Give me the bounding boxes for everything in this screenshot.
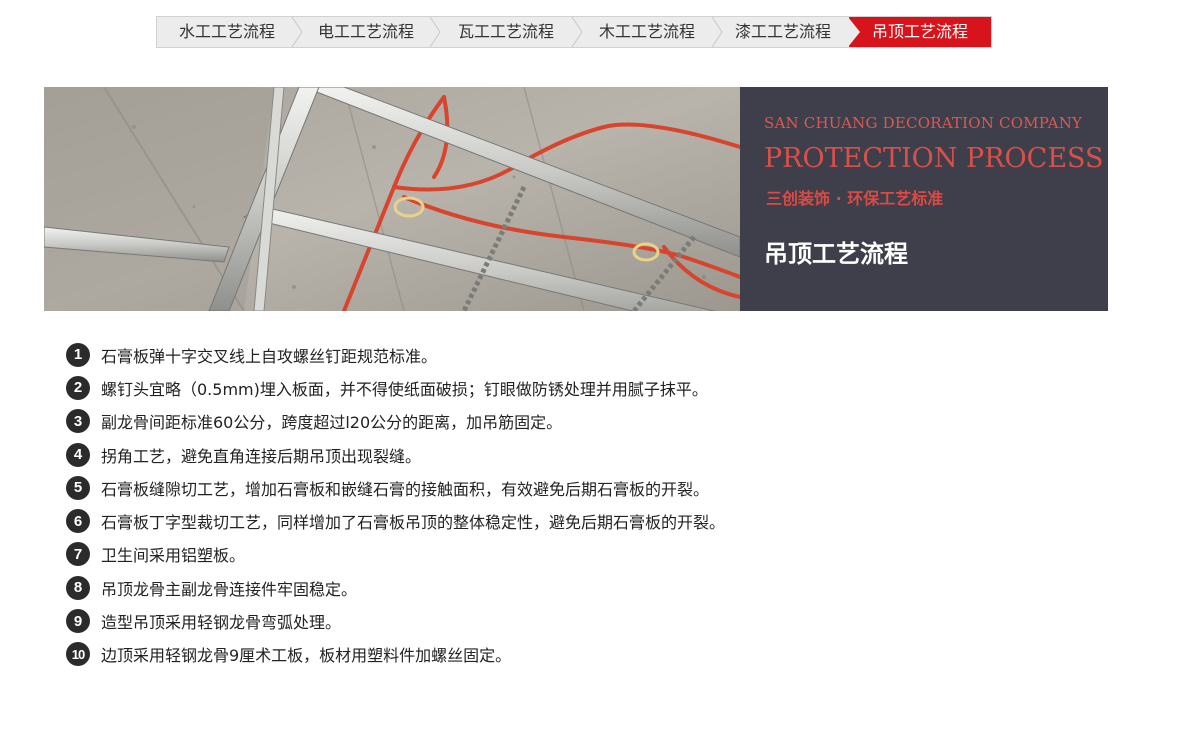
- list-item: 2 螺钉头宜略（0.5mm)埋入板面，并不得使纸面破损；钉眼做防锈处理并用腻子抹…: [66, 371, 725, 404]
- step-number-badge: 5: [66, 475, 90, 500]
- step-text: 造型吊顶采用轻钢龙骨弯弧处理。: [101, 613, 342, 633]
- banner: SAN CHUANG DECORATION COMPANY PROTECTION…: [44, 87, 1108, 311]
- list-item: 5 石膏板缝隙切工艺，增加石膏板和嵌缝石膏的接触面积，有效避免后期石膏板的开裂。: [66, 471, 725, 504]
- step-number-badge: 2: [66, 375, 90, 400]
- tab-label: 电工工艺流程: [317, 22, 414, 41]
- list-item: 4 拐角工艺，避免直角连接后期吊顶出现裂缝。: [66, 438, 725, 471]
- list-item: 1 石膏板弹十字交叉线上自攻螺丝钉距规范标准。: [66, 338, 725, 371]
- ceiling-photo: [44, 87, 740, 311]
- step-number-badge: 10: [66, 642, 90, 667]
- tab-tiling[interactable]: 瓦工工艺流程: [435, 17, 583, 47]
- step-text: 螺钉头宜略（0.5mm)埋入板面，并不得使纸面破损；钉眼做防锈处理并用腻子抹平。: [101, 379, 708, 399]
- tab-separator-icon: [291, 17, 303, 47]
- step-number-badge: 4: [66, 442, 90, 467]
- step-text: 边顶采用轻钢龙骨9厘术工板，板材用塑料件加螺丝固定。: [101, 646, 512, 666]
- step-text: 副龙骨间距标准60公分，跨度超过l20公分的距离，加吊筋固定。: [101, 413, 563, 433]
- tab-label: 瓦工工艺流程: [457, 22, 554, 41]
- step-number-badge: 1: [66, 342, 90, 367]
- step-number-badge: 8: [66, 575, 90, 600]
- list-item: 6 石膏板丁字型裁切工艺，同样增加了石膏板吊顶的整体稳定性，避免后期石膏板的开裂…: [66, 504, 725, 537]
- step-text: 石膏板丁字型裁切工艺，同样增加了石膏板吊顶的整体稳定性，避免后期石膏板的开裂。: [101, 513, 726, 533]
- banner-title: 吊顶工艺流程: [764, 240, 908, 268]
- step-text: 石膏板缝隙切工艺，增加石膏板和嵌缝石膏的接触面积，有效避免后期石膏板的开裂。: [101, 479, 710, 499]
- company-name: SAN CHUANG DECORATION COMPANY: [764, 114, 1083, 132]
- step-text: 吊顶龙骨主副龙骨连接件牢固稳定。: [101, 579, 358, 599]
- list-item: 9 造型吊顶采用轻钢龙骨弯弧处理。: [66, 604, 725, 637]
- tab-label: 水工工艺流程: [178, 22, 275, 41]
- list-item: 3 副龙骨间距标准60公分，跨度超过l20公分的距离，加吊筋固定。: [66, 405, 725, 438]
- tab-electrical[interactable]: 电工工艺流程: [297, 17, 441, 47]
- tab-label: 漆工工艺流程: [734, 22, 831, 41]
- tab-separator-icon: [429, 17, 441, 47]
- tab-separator-icon: [711, 17, 723, 47]
- list-item: 8 吊顶龙骨主副龙骨连接件牢固稳定。: [66, 571, 725, 604]
- active-tab-arrow-icon: [848, 17, 860, 47]
- tab-ceiling[interactable]: 吊顶工艺流程: [848, 17, 991, 47]
- step-number-badge: 7: [66, 542, 90, 567]
- step-text: 卫生间采用铝塑板。: [101, 546, 246, 566]
- tab-carpentry[interactable]: 木工工艺流程: [577, 17, 723, 47]
- step-number-badge: 6: [66, 509, 90, 534]
- step-number-badge: 3: [66, 409, 90, 434]
- tab-painting[interactable]: 漆工工艺流程: [717, 17, 849, 47]
- banner-subtitle: 三创装饰 · 环保工艺标准: [766, 189, 944, 208]
- process-steps-list: 1 石膏板弹十字交叉线上自攻螺丝钉距规范标准。 2 螺钉头宜略（0.5mm)埋入…: [66, 338, 725, 671]
- list-item: 10 边顶采用轻钢龙骨9厘术工板，板材用塑料件加螺丝固定。: [66, 638, 725, 671]
- list-item: 7 卫生间采用铝塑板。: [66, 538, 725, 571]
- tab-plumbing[interactable]: 水工工艺流程: [157, 17, 303, 47]
- tab-label: 木工工艺流程: [598, 22, 695, 41]
- tab-label: 吊顶工艺流程: [871, 22, 968, 41]
- banner-text-panel: SAN CHUANG DECORATION COMPANY PROTECTION…: [740, 87, 1108, 311]
- step-text: 石膏板弹十字交叉线上自攻螺丝钉距规范标准。: [101, 346, 438, 366]
- step-text: 拐角工艺，避免直角连接后期吊顶出现裂缝。: [101, 446, 422, 466]
- process-heading: PROTECTION PROCESS: [764, 143, 1104, 174]
- process-tab-bar: 水工工艺流程 电工工艺流程 瓦工工艺流程 木工工艺流程 漆工工艺流程 吊顶工艺流…: [156, 16, 992, 48]
- tab-separator-icon: [571, 17, 583, 47]
- step-number-badge: 9: [66, 609, 90, 634]
